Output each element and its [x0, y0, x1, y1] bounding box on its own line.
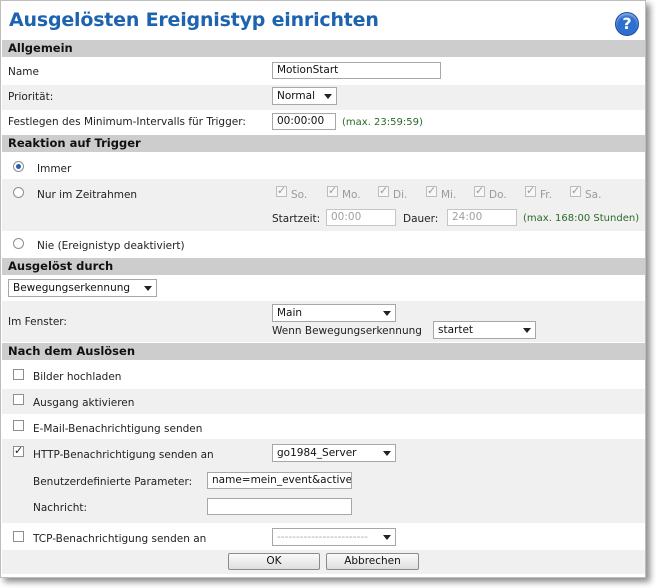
day-label-di: Di.: [393, 189, 408, 201]
interval-label: Festlegen des Minimum-Intervalls für Tri…: [8, 116, 246, 128]
chevron-down-icon: [144, 286, 152, 291]
section-triggered-heading: Ausgelöst durch: [2, 258, 645, 275]
email-notification-checkbox[interactable]: [13, 420, 24, 431]
chevron-down-icon: [324, 94, 332, 99]
when-motion-select[interactable]: startet: [433, 321, 536, 339]
chevron-down-icon: [383, 451, 391, 456]
section-response-heading: Reaktion auf Trigger: [2, 135, 645, 152]
trigger-source-value: Bewegungserkennung: [13, 282, 131, 294]
duration-hint: (max. 168:00 Stunden): [523, 213, 640, 224]
upload-images-checkbox[interactable]: [13, 369, 24, 380]
day-label-sa: Sa.: [585, 189, 602, 201]
trigger-source-select[interactable]: Bewegungserkennung: [8, 279, 157, 297]
day-checkbox-fr[interactable]: [525, 184, 536, 197]
http-server-select[interactable]: go1984_Server: [272, 444, 396, 462]
day-checkbox-di[interactable]: [378, 184, 389, 197]
always-label: Immer: [37, 163, 72, 175]
start-time-label: Startzeit:: [272, 213, 321, 225]
start-time-field[interactable]: 00:00: [326, 209, 396, 226]
cancel-button[interactable]: Abbrechen: [326, 553, 419, 570]
tcp-notification-checkbox[interactable]: [13, 531, 24, 542]
http-server-value: go1984_Server: [277, 447, 357, 459]
help-icon[interactable]: ?: [615, 12, 639, 36]
day-label-fr: Fr.: [540, 189, 552, 201]
chevron-down-icon: [523, 328, 531, 333]
when-motion-value: startet: [438, 324, 474, 336]
name-field[interactable]: MotionStart: [272, 62, 441, 79]
name-label: Name: [8, 66, 39, 78]
day-checkbox-mi[interactable]: [426, 184, 437, 197]
ok-button[interactable]: OK: [228, 553, 320, 570]
timeframe-label: Nur im Zeitrahmen: [37, 189, 138, 201]
section-general-heading: Allgemein: [2, 40, 645, 57]
http-notification-checkbox[interactable]: [13, 444, 24, 457]
tcp-target-select[interactable]: ------------------------: [272, 528, 396, 546]
interval-hint: (max. 23:59:59): [342, 117, 423, 128]
duration-field[interactable]: 24:00: [447, 209, 517, 226]
tcp-target-value: ------------------------: [277, 531, 368, 543]
window-value: Main: [277, 307, 303, 319]
day-checkbox-do[interactable]: [474, 184, 485, 197]
always-radio[interactable]: [13, 161, 24, 172]
custom-params-field[interactable]: name=mein_event&active: [207, 472, 352, 489]
chevron-down-icon: [383, 535, 391, 540]
custom-params-label: Benutzerdefinierte Parameter:: [33, 476, 193, 488]
day-checkbox-mo[interactable]: [327, 184, 338, 197]
message-field[interactable]: [207, 498, 352, 515]
timeframe-radio[interactable]: [13, 187, 24, 198]
never-label: Nie (Ereignistyp deaktiviert): [37, 240, 185, 252]
duration-label: Dauer:: [403, 213, 439, 225]
day-label-mi: Mi.: [441, 189, 457, 201]
window-select[interactable]: Main: [272, 304, 396, 322]
buttons-row-band: [2, 550, 645, 574]
upload-images-label: Bilder hochladen: [33, 371, 122, 383]
never-radio[interactable]: [13, 238, 24, 249]
window-label: Im Fenster:: [8, 316, 67, 328]
day-label-so: So.: [291, 189, 308, 201]
day-label-mo: Mo.: [342, 189, 361, 201]
message-label: Nachricht:: [33, 502, 88, 514]
day-checkbox-so[interactable]: [276, 184, 287, 197]
priority-value: Normal: [277, 90, 315, 102]
tcp-notification-label: TCP-Benachrichtigung senden an: [33, 533, 207, 545]
priority-label: Priorität:: [8, 91, 54, 103]
priority-select[interactable]: Normal: [272, 87, 337, 105]
section-after-heading: Nach dem Auslösen: [2, 343, 645, 360]
when-motion-label: Wenn Bewegungserkennung: [272, 325, 422, 337]
http-notification-label: HTTP-Benachrichtigung senden an: [33, 449, 214, 461]
email-notification-label: E-Mail-Benachrichtigung senden: [33, 423, 203, 435]
dialog-frame: Ausgelösten Ereignistyp einrichten ? All…: [0, 0, 646, 578]
interval-field[interactable]: 00:00:00: [272, 113, 336, 130]
activate-output-label: Ausgang aktivieren: [33, 397, 135, 409]
day-checkbox-sa[interactable]: [570, 184, 581, 197]
activate-output-checkbox[interactable]: [13, 394, 24, 405]
chevron-down-icon: [383, 311, 391, 316]
page-title: Ausgelösten Ereignistyp einrichten: [9, 9, 379, 31]
day-label-do: Do.: [489, 189, 507, 201]
